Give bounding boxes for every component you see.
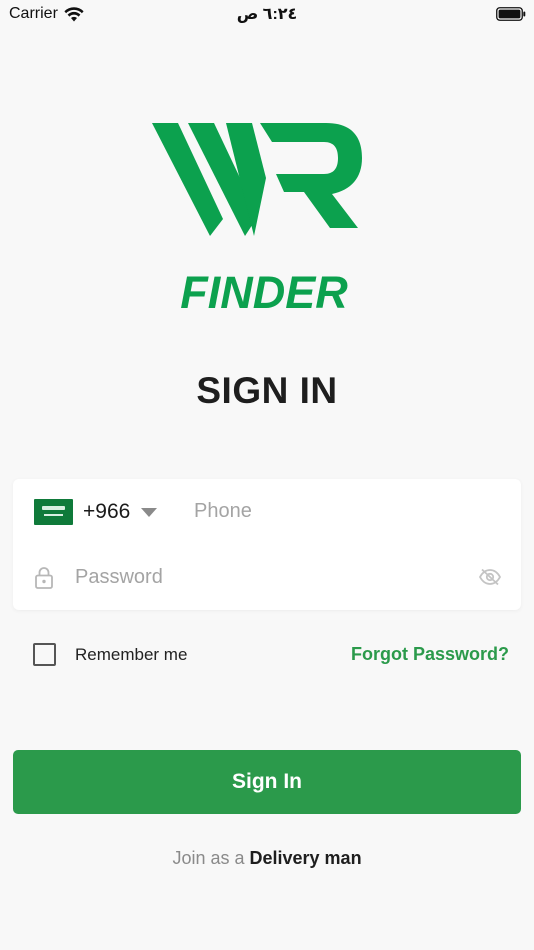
phone-input[interactable] (194, 493, 494, 529)
saudi-arabia-flag-icon[interactable] (34, 499, 73, 525)
page-title: SIGN IN (196, 370, 338, 411)
country-code[interactable]: +966 (83, 500, 130, 524)
status-bar: Carrier ٦:٢٤ ص (0, 0, 534, 30)
caret-down-icon[interactable] (141, 508, 157, 517)
phone-row: +966 (13, 479, 521, 544)
join-prefix: Join as a (172, 848, 245, 868)
battery-icon (496, 7, 526, 21)
wr-finder-logo: FINDER (152, 123, 362, 314)
forgot-password-link[interactable]: Forgot Password? (351, 644, 509, 665)
login-form-card: +966 (13, 479, 521, 610)
sign-in-button[interactable]: Sign In (13, 750, 521, 814)
eye-off-icon[interactable] (479, 568, 501, 586)
password-row (13, 544, 521, 610)
password-input[interactable] (75, 559, 465, 595)
remember-me-label[interactable]: Remember me (75, 645, 187, 665)
status-time: ٦:٢٤ ص (236, 6, 298, 23)
logo-wordmark: FINDER (180, 267, 348, 314)
delivery-man-link[interactable]: Delivery man (250, 848, 362, 868)
lock-icon (35, 567, 53, 589)
remember-me-checkbox[interactable] (33, 643, 56, 666)
join-delivery-row: Join as a Delivery man (0, 848, 534, 869)
